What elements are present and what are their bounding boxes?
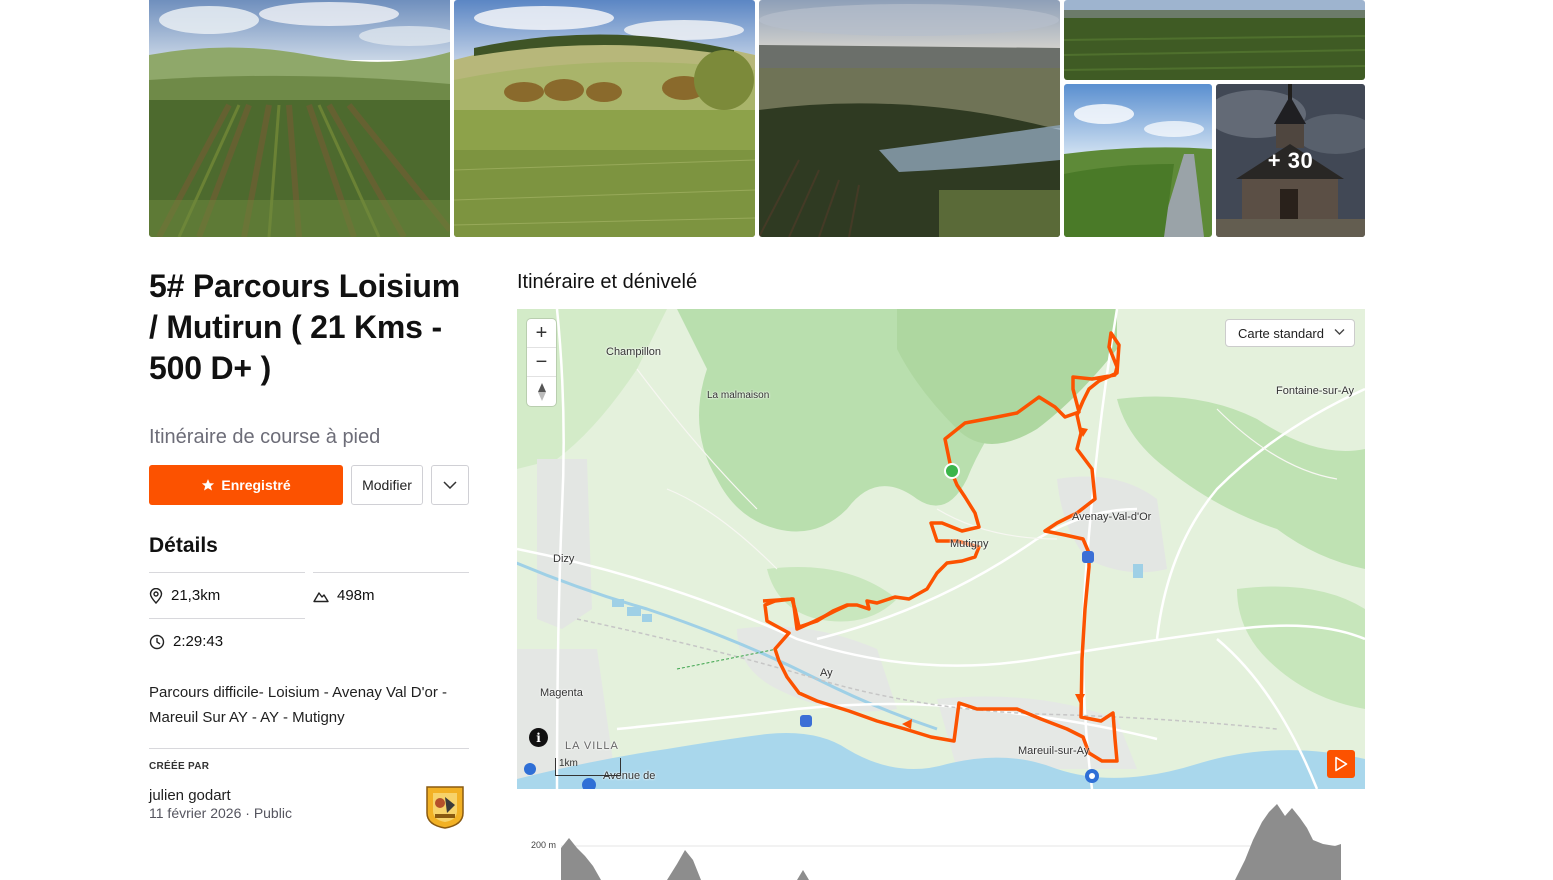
play-icon xyxy=(1335,756,1348,772)
route-map[interactable]: Champillon La malmaison Fontaine-sur-Ay … xyxy=(517,309,1365,789)
map-heading: Itinéraire et dénivelé xyxy=(517,271,698,293)
route-actions: Enregistré Modifier xyxy=(149,465,469,505)
duration-value: 2:29:43 xyxy=(173,633,224,650)
mountain-icon xyxy=(313,591,329,602)
duration-stat: 2:29:43 xyxy=(149,618,305,664)
saved-button-label: Enregistré xyxy=(221,477,291,493)
details-heading: Détails xyxy=(149,534,218,557)
saved-button[interactable]: Enregistré xyxy=(149,465,343,505)
meta-separator: · xyxy=(245,805,254,821)
map-base-layer xyxy=(517,309,1365,789)
route-photo-wheat-field[interactable] xyxy=(454,0,755,237)
zoom-out-button[interactable]: − xyxy=(527,348,556,377)
place-champillon: Champillon xyxy=(606,346,662,358)
elevation-area xyxy=(561,804,1341,880)
route-photo-vineyard-panorama[interactable] xyxy=(1064,0,1365,80)
map-type-select[interactable]: Carte standard xyxy=(1225,319,1355,347)
place-fontaine-sur-ay: Fontaine-sur-Ay xyxy=(1276,385,1355,397)
avatar[interactable] xyxy=(423,783,467,829)
route-photo-vineyard[interactable] xyxy=(149,0,450,237)
creator-section: CRÉÉE PAR julien godart 11 février 2026 … xyxy=(149,748,469,829)
elevation-profile[interactable]: 200 m xyxy=(517,800,1365,880)
place-la-malmaison: La malmaison xyxy=(707,390,770,401)
place-ay: Ay xyxy=(820,667,833,679)
route-photo-path[interactable] xyxy=(1064,84,1212,237)
flyover-play-button[interactable] xyxy=(1327,750,1355,778)
route-type: Itinéraire de course à pied xyxy=(149,426,381,448)
chevron-down-icon xyxy=(443,481,457,489)
zoom-controls: + − xyxy=(527,319,556,406)
distance-stat: 21,3km xyxy=(149,572,305,618)
compass-button[interactable] xyxy=(527,377,556,406)
more-options-button[interactable] xyxy=(431,465,469,505)
route-description: Parcours difficile- Loisium - Avenay Val… xyxy=(149,684,447,726)
creator-name[interactable]: julien godart xyxy=(149,787,469,804)
elevation-stat: 498m xyxy=(313,572,469,618)
star-icon xyxy=(202,479,215,491)
place-magenta: Magenta xyxy=(540,687,583,699)
visibility: Public xyxy=(253,805,292,821)
compass-icon xyxy=(537,382,546,401)
route-info-panel: 5# Parcours Loisium / Mutirun ( 21 Kms -… xyxy=(149,266,469,829)
elevation-y-label: 200 m xyxy=(531,840,557,850)
clock-icon xyxy=(149,634,165,649)
place-mareuil-sur-ay: Mareuil-sur-Ay xyxy=(1018,745,1090,757)
zoom-in-button[interactable]: + xyxy=(527,319,556,348)
photo-gallery: + 30 xyxy=(149,0,1365,237)
place-dizy: Dizy xyxy=(553,553,575,565)
route-photo-valley-view[interactable] xyxy=(759,0,1060,237)
created-by-label: CRÉÉE PAR xyxy=(149,761,210,772)
distance-value: 21,3km xyxy=(171,587,221,604)
elevation-value: 498m xyxy=(337,587,375,604)
route-title: 5# Parcours Loisium / Mutirun ( 21 Kms -… xyxy=(149,268,460,386)
edit-button[interactable]: Modifier xyxy=(351,465,423,505)
map-type-label: Carte standard xyxy=(1238,325,1324,341)
place-mutigny: Mutigny xyxy=(950,538,989,550)
location-pin-icon xyxy=(149,587,163,604)
place-la-villa: LA VILLA xyxy=(565,740,619,752)
map-info-button[interactable]: i xyxy=(529,728,548,747)
created-date: 11 février 2026 xyxy=(149,805,242,821)
route-photo-chapel[interactable]: + 30 xyxy=(1216,84,1365,237)
creator-meta: 11 février 2026 · Public xyxy=(149,805,469,821)
place-avenay-val-dor: Avenay-Val-d'Or xyxy=(1072,511,1152,523)
chevron-down-icon xyxy=(1334,329,1345,335)
map-scale: 1km xyxy=(555,758,621,776)
route-stats: 21,3km 498m 2:29:43 xyxy=(149,572,469,664)
more-photos-count[interactable]: + 30 xyxy=(1216,84,1365,237)
